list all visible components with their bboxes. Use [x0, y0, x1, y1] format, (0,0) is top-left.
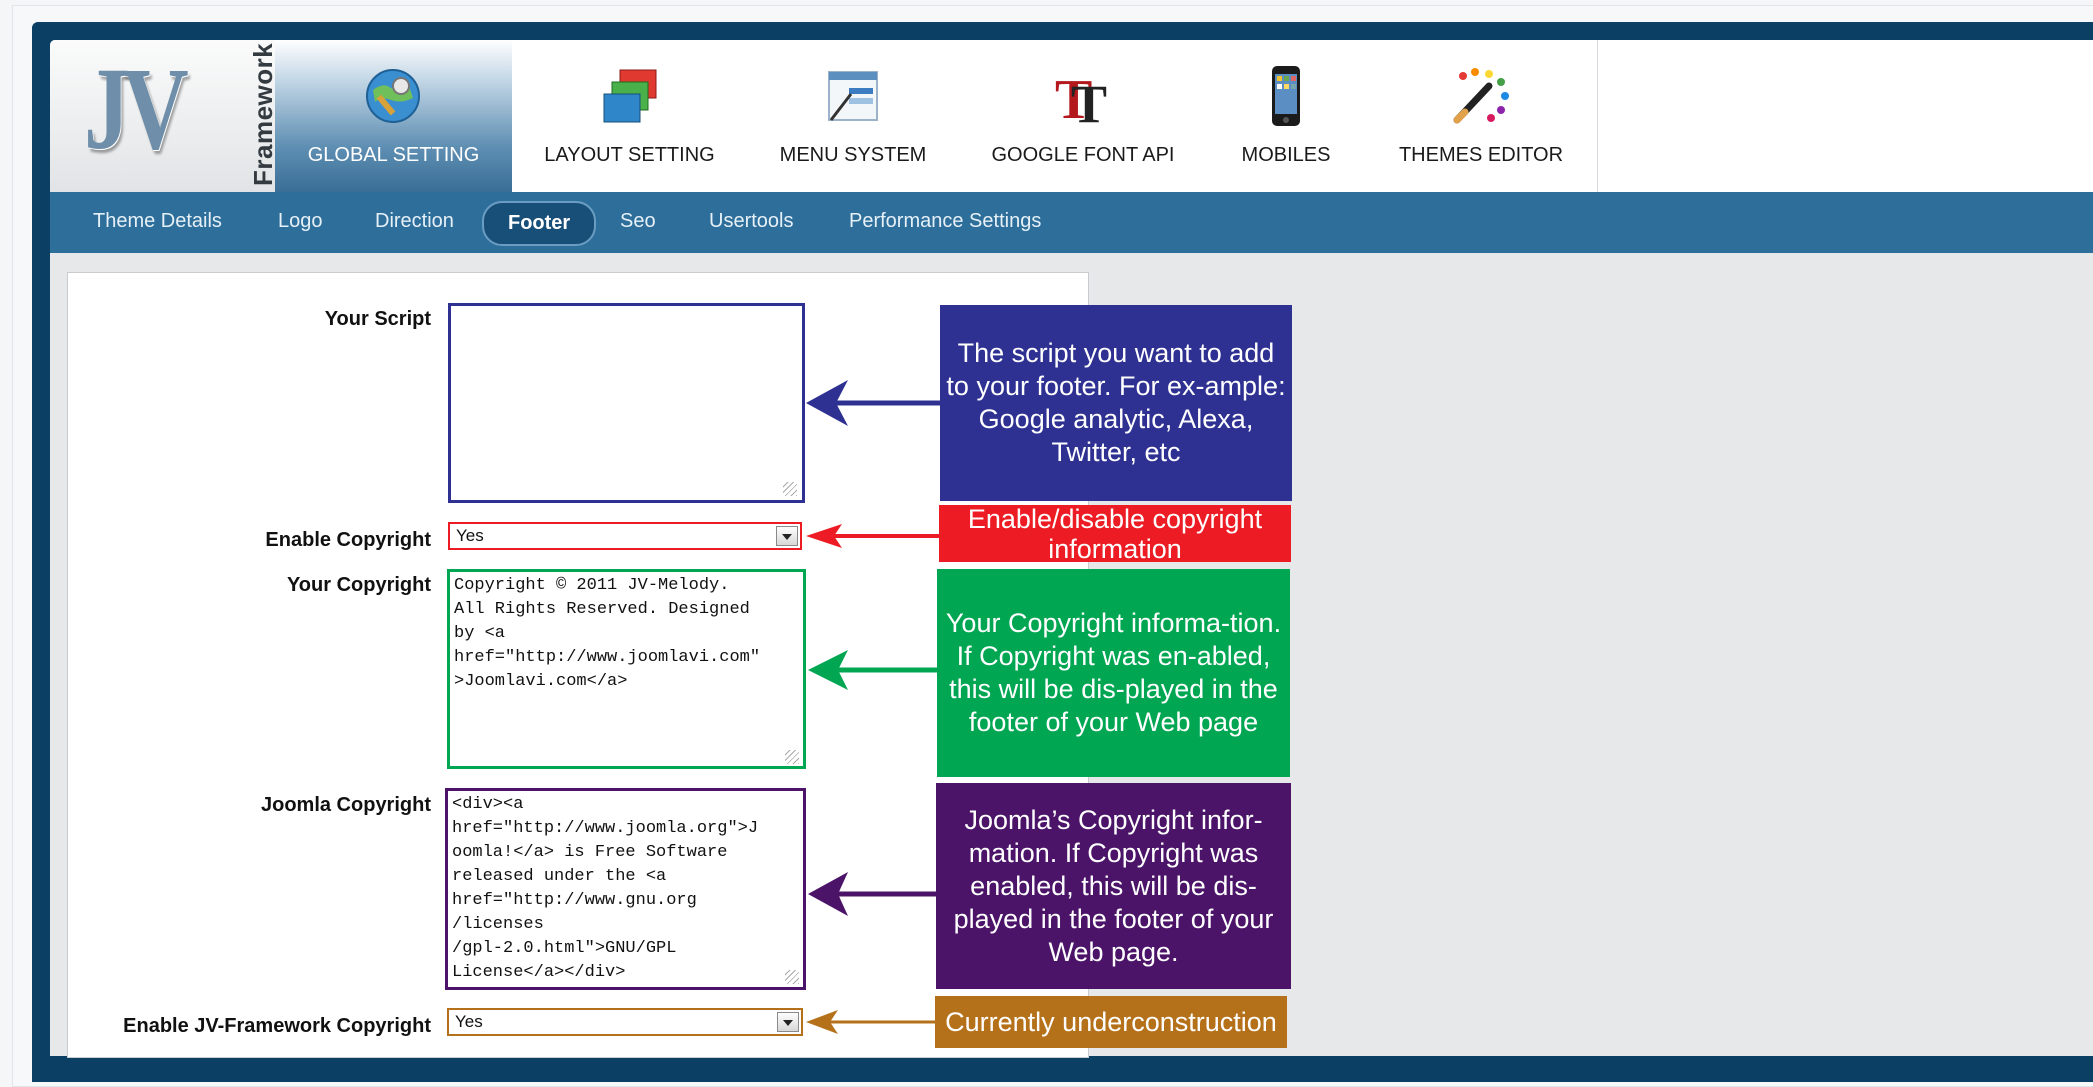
resize-grip-icon[interactable] [783, 482, 797, 496]
your-copyright-label: Your Copyright [286, 574, 431, 596]
callout-enable-copyright: Enable/disable copyright information [939, 504, 1291, 564]
tab-label: LAYOUT SETTING [544, 144, 715, 166]
enable-jv-copyright-value: Yes [455, 1012, 483, 1031]
tab-google-font-api[interactable]: T T GOOGLE FONT API [959, 40, 1208, 192]
logo-letters: JV [84, 43, 189, 174]
tab-global-setting[interactable]: GLOBAL SETTING [275, 40, 513, 192]
tab-themes-editor[interactable]: THEMES EDITOR [1365, 40, 1598, 192]
tab-layout-setting[interactable]: LAYOUT SETTING [512, 40, 748, 192]
your-script-label: Your Script [324, 308, 431, 330]
sub-navigation: Theme Details Logo Direction Footer Seo … [50, 192, 2093, 253]
mobile-phone-icon [1272, 66, 1300, 126]
menu-system-icon [828, 71, 878, 121]
subnav-performance-settings[interactable]: Performance Settings [849, 210, 1041, 233]
joomla-copyright-textarea[interactable]: <div><a href="http://www.joomla.org">J o… [445, 788, 806, 990]
tab-label: THEMES EDITOR [1398, 144, 1564, 166]
your-script-textarea[interactable] [448, 303, 805, 503]
enable-copyright-select[interactable]: Yes [448, 522, 802, 550]
chevron-down-icon[interactable] [776, 526, 798, 546]
themes-editor-icon [1453, 68, 1509, 124]
subnav-footer[interactable]: Footer [482, 201, 597, 246]
enable-copyright-label: Enable Copyright [265, 529, 431, 551]
global-setting-icon [366, 69, 420, 123]
google-font-icon: T T [1055, 69, 1107, 128]
callout-script: The script you want to add to your foote… [940, 305, 1292, 501]
resize-grip-icon[interactable] [785, 970, 799, 984]
tab-label: MOBILES [1241, 144, 1331, 166]
tab-menu-system[interactable]: MENU SYSTEM [747, 40, 960, 192]
layout-setting-icon [603, 69, 657, 123]
subnav-seo[interactable]: Seo [620, 210, 656, 233]
enable-jv-copyright-select[interactable]: Yes [447, 1008, 803, 1036]
joomla-copyright-label: Joomla Copyright [260, 794, 431, 816]
subnav-direction[interactable]: Direction [375, 210, 454, 233]
resize-grip-icon[interactable] [785, 750, 799, 764]
your-copyright-textarea[interactable]: Copyright © 2011 JV-Melody. All Rights R… [447, 569, 806, 769]
enable-copyright-value: Yes [456, 526, 484, 545]
callout-your-copyright: Your Copyright informa-tion. If Copyrigh… [937, 569, 1290, 777]
tab-label: MENU SYSTEM [779, 144, 927, 166]
callout-jv-copyright: Currently underconstruction [935, 996, 1287, 1048]
svg-text:T: T [1071, 74, 1107, 128]
callout-joomla-copyright: Joomla’s Copyright infor-mation. If Copy… [936, 783, 1291, 989]
subnav-theme-details[interactable]: Theme Details [93, 210, 222, 233]
chevron-down-icon[interactable] [777, 1012, 799, 1032]
tab-label: GLOBAL SETTING [307, 144, 480, 166]
subnav-logo[interactable]: Logo [278, 210, 323, 233]
enable-jv-copyright-label: Enable JV-Framework Copyright [123, 1015, 431, 1037]
tab-mobiles[interactable]: MOBILES [1207, 40, 1366, 192]
jv-framework-logo: JV Framework [50, 40, 278, 192]
subnav-usertools[interactable]: Usertools [709, 210, 793, 233]
tab-label: GOOGLE FONT API [991, 144, 1175, 166]
